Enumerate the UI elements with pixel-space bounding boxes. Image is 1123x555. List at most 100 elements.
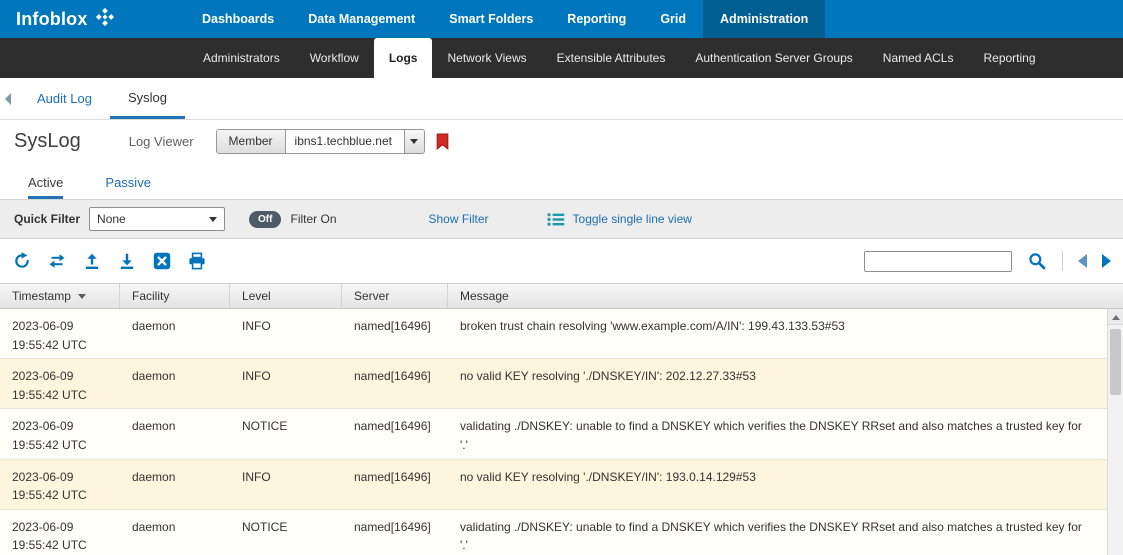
- cell-timestamp: 2023-06-09 19:55:42 UTC: [0, 510, 120, 555]
- cell-facility: daemon: [120, 409, 230, 458]
- tab-active[interactable]: Active: [28, 175, 63, 199]
- table-row[interactable]: 2023-06-09 19:55:42 UTC daemon INFO name…: [0, 460, 1123, 510]
- tab-passive[interactable]: Passive: [105, 175, 151, 199]
- show-filter-link[interactable]: Show Filter: [429, 212, 489, 226]
- subnav-named-acls[interactable]: Named ACLs: [868, 38, 969, 78]
- close-box-icon: [153, 252, 171, 270]
- search-input[interactable]: [864, 251, 1012, 272]
- printer-icon: [188, 252, 206, 270]
- column-header-server[interactable]: Server: [342, 284, 448, 308]
- view-tab-strip: Active Passive: [0, 162, 1123, 199]
- syslog-grid: Timestamp Facility Level Server Message …: [0, 283, 1123, 555]
- toggle-single-line-link[interactable]: Toggle single line view: [547, 212, 692, 227]
- auto-refresh-button[interactable]: [47, 251, 67, 271]
- toggle-single-line-label: Toggle single line view: [573, 212, 692, 226]
- top-nav-bar: Infoblox Dashboards Data Management Smar…: [0, 0, 1123, 38]
- table-row[interactable]: 2023-06-09 19:55:42 UTC daemon NOTICE na…: [0, 409, 1123, 459]
- cell-timestamp: 2023-06-09 19:55:42 UTC: [0, 359, 120, 408]
- cell-level: NOTICE: [230, 510, 342, 555]
- subnav-auth-server-groups[interactable]: Authentication Server Groups: [680, 38, 867, 78]
- subnav-reporting[interactable]: Reporting: [968, 38, 1050, 78]
- log-tab-strip: Audit Log Syslog: [0, 78, 1123, 120]
- nav-item-smart-folders[interactable]: Smart Folders: [432, 0, 550, 38]
- search-button[interactable]: [1027, 251, 1047, 271]
- cell-message: validating ./DNSKEY: unable to find a DN…: [448, 409, 1123, 458]
- grid-body: 2023-06-09 19:55:42 UTC daemon INFO name…: [0, 309, 1123, 555]
- nav-item-administration[interactable]: Administration: [703, 0, 825, 38]
- refresh-button[interactable]: [12, 251, 32, 271]
- download-button[interactable]: [117, 251, 137, 271]
- cell-level: INFO: [230, 359, 342, 408]
- cell-facility: daemon: [120, 510, 230, 555]
- cell-server: named[16496]: [342, 409, 448, 458]
- scrollbar-thumb[interactable]: [1110, 329, 1121, 395]
- cell-timestamp: 2023-06-09 19:55:42 UTC: [0, 309, 120, 358]
- toolbar-divider: [1062, 251, 1063, 271]
- subnav-logs[interactable]: Logs: [374, 38, 433, 78]
- clear-button[interactable]: [152, 251, 172, 271]
- filter-on-toggle[interactable]: Off: [249, 211, 281, 228]
- cell-facility: daemon: [120, 359, 230, 408]
- filter-bar: Quick Filter None Off Filter On Show Fil…: [0, 199, 1123, 239]
- member-value[interactable]: ibns1.techblue.net: [286, 130, 404, 153]
- quick-filter-select[interactable]: None: [89, 207, 225, 231]
- tab-syslog[interactable]: Syslog: [110, 78, 185, 119]
- chevron-down-icon: [410, 139, 418, 148]
- column-header-timestamp[interactable]: Timestamp: [0, 284, 120, 308]
- subnav-workflow[interactable]: Workflow: [295, 38, 374, 78]
- cell-level: INFO: [230, 460, 342, 509]
- bookmark-icon: [436, 133, 449, 150]
- primary-nav: Dashboards Data Management Smart Folders…: [185, 0, 825, 38]
- cell-facility: daemon: [120, 460, 230, 509]
- scroll-up-button[interactable]: [1108, 309, 1123, 325]
- column-header-message[interactable]: Message: [448, 284, 1123, 308]
- table-row[interactable]: 2023-06-09 19:55:42 UTC daemon INFO name…: [0, 309, 1123, 359]
- column-header-facility[interactable]: Facility: [120, 284, 230, 308]
- refresh-icon: [13, 252, 31, 270]
- subnav-administrators[interactable]: Administrators: [188, 38, 295, 78]
- subnav-network-views[interactable]: Network Views: [432, 38, 541, 78]
- prev-page-button[interactable]: [1078, 254, 1087, 268]
- admin-sub-nav: Administrators Workflow Logs Network Vie…: [0, 38, 1123, 78]
- member-label: Member: [217, 130, 286, 153]
- nav-item-grid[interactable]: Grid: [643, 0, 703, 38]
- sort-desc-icon: [78, 294, 86, 303]
- collapse-panel-button[interactable]: [0, 78, 19, 119]
- cell-server: named[16496]: [342, 460, 448, 509]
- nav-item-reporting[interactable]: Reporting: [550, 0, 643, 38]
- upload-button[interactable]: [82, 251, 102, 271]
- subnav-extensible-attributes[interactable]: Extensible Attributes: [542, 38, 681, 78]
- bookmark-button[interactable]: [436, 133, 449, 150]
- download-icon: [118, 252, 136, 270]
- member-dropdown-button[interactable]: [404, 130, 424, 153]
- cell-level: INFO: [230, 309, 342, 358]
- print-button[interactable]: [187, 251, 207, 271]
- tab-audit-log[interactable]: Audit Log: [19, 78, 110, 119]
- nav-item-data-management[interactable]: Data Management: [291, 0, 432, 38]
- cell-facility: daemon: [120, 309, 230, 358]
- infoblox-logo[interactable]: Infoblox: [0, 0, 185, 38]
- cell-server: named[16496]: [342, 359, 448, 408]
- collapse-left-icon: [5, 93, 11, 105]
- filter-on-label: Filter On: [290, 212, 336, 226]
- cell-message: broken trust chain resolving 'www.exampl…: [448, 309, 1123, 358]
- member-selector: Member ibns1.techblue.net: [216, 129, 425, 154]
- table-row[interactable]: 2023-06-09 19:55:42 UTC daemon NOTICE na…: [0, 510, 1123, 555]
- arrow-up-icon: [1112, 311, 1120, 320]
- page-title: SysLog: [14, 130, 81, 153]
- page-header: SysLog Log Viewer Member ibns1.techblue.…: [0, 120, 1123, 162]
- quick-filter-value: None: [97, 212, 126, 226]
- cell-timestamp: 2023-06-09 19:55:42 UTC: [0, 460, 120, 509]
- sync-arrows-icon: [48, 252, 66, 270]
- infoblox-diamond-icon: [95, 7, 115, 32]
- column-header-level[interactable]: Level: [230, 284, 342, 308]
- cell-level: NOTICE: [230, 409, 342, 458]
- cell-server: named[16496]: [342, 510, 448, 555]
- next-page-button[interactable]: [1102, 254, 1111, 268]
- table-row[interactable]: 2023-06-09 19:55:42 UTC daemon INFO name…: [0, 359, 1123, 409]
- vertical-scrollbar[interactable]: [1107, 309, 1123, 555]
- grid-toolbar: [0, 239, 1123, 283]
- cell-message: validating ./DNSKEY: unable to find a DN…: [448, 510, 1123, 555]
- brand-name: Infoblox: [16, 9, 88, 30]
- nav-item-dashboards[interactable]: Dashboards: [185, 0, 291, 38]
